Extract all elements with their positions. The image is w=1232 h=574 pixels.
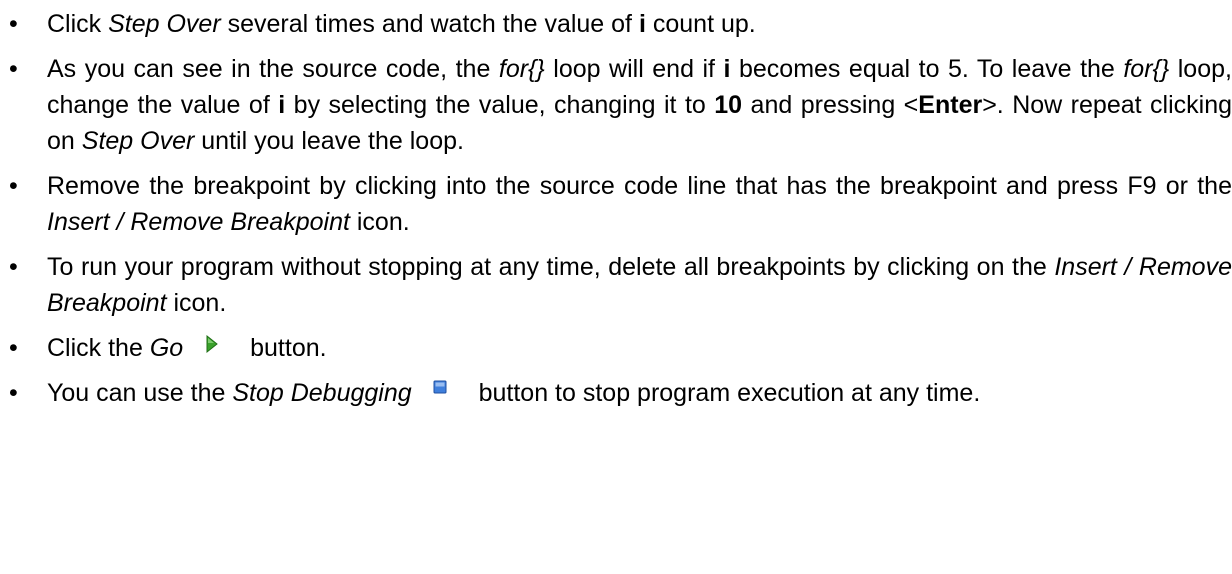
stop-debugging-icon [422, 375, 458, 405]
bullet-marker: • [9, 10, 18, 38]
instruction-list: • Click Step Over several times and watc… [0, 6, 1232, 420]
text: You can use the [47, 379, 233, 407]
go-icon [193, 330, 229, 360]
text: by selecting the value, changing it to [285, 91, 715, 119]
list-item: • Click Step Over several times and watc… [0, 6, 1232, 42]
document-page: • Click Step Over several times and watc… [0, 0, 1232, 574]
text: icon. [166, 289, 227, 317]
italic-text: Insert / Remove Breakpoint [47, 208, 350, 236]
list-item: • To run your program without stopping a… [0, 249, 1232, 321]
text: several times and watch the value of [220, 10, 639, 38]
bullet-marker: • [9, 334, 18, 362]
text: Remove the breakpoint by clicking into t… [47, 172, 1232, 200]
text: count up. [645, 10, 756, 38]
text: button to stop program execution at any … [471, 379, 981, 407]
text: button. [243, 334, 327, 362]
text: and pressing < [742, 91, 919, 119]
text: As you can see in the source code, the [47, 55, 499, 83]
bullet-marker: • [9, 55, 18, 83]
bold-text: i [638, 10, 646, 38]
text: loop will end if [544, 55, 724, 83]
text: To run your program without stopping at … [47, 253, 1055, 281]
list-item: • You can use the Stop Debugging button … [0, 375, 1232, 411]
text: Click [47, 10, 109, 38]
list-item: • As you can see in the source code, the… [0, 51, 1232, 159]
italic-text: Step Over [108, 10, 221, 38]
text: icon. [349, 208, 410, 236]
text: until you leave the loop. [194, 127, 464, 155]
text: becomes equal to 5. To leave the [730, 55, 1124, 83]
italic-text: Step Over [81, 127, 195, 155]
bullet-marker: • [9, 172, 18, 200]
bold-text: Enter [918, 91, 983, 119]
italic-text: for{} [1123, 55, 1170, 83]
list-item: • Click the Go button. [0, 330, 1232, 366]
italic-text: Stop Debugging [232, 379, 412, 407]
italic-text: for{} [498, 55, 545, 83]
bold-text: 10 [714, 91, 743, 119]
italic-text: Go [149, 334, 184, 362]
list-item: • Remove the breakpoint by clicking into… [0, 168, 1232, 240]
bullet-marker: • [9, 253, 18, 281]
bullet-marker: • [9, 379, 18, 407]
text: Click the [47, 334, 150, 362]
